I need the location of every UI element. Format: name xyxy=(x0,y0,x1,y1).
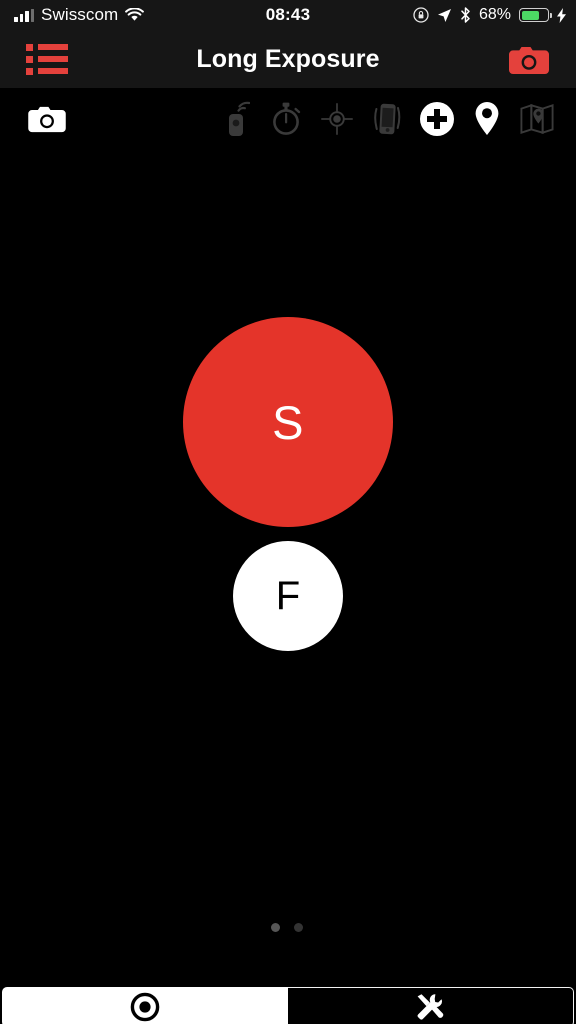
start-button-label: S xyxy=(272,395,304,449)
status-bar-clock: 08:43 xyxy=(265,5,311,24)
page-indicator[interactable] xyxy=(271,923,303,932)
shake-phone-icon[interactable] xyxy=(370,99,404,139)
timer-icon[interactable] xyxy=(270,99,304,139)
battery-percent: 68% xyxy=(478,6,511,23)
finish-button[interactable]: F xyxy=(233,541,343,651)
toolbar-icon-group xyxy=(220,98,554,140)
tools-icon xyxy=(415,992,445,1022)
status-bar: Swisscom 08:43 68% xyxy=(0,0,576,30)
lightning-bolt-icon xyxy=(557,7,566,23)
bluetooth-icon xyxy=(460,7,471,23)
tab-settings[interactable] xyxy=(287,987,574,1024)
camera-icon xyxy=(27,104,67,134)
camera-icon xyxy=(508,44,550,76)
remote-trigger-icon[interactable] xyxy=(220,99,254,139)
plus-circle-icon[interactable] xyxy=(420,99,454,139)
camera-button[interactable] xyxy=(504,42,554,78)
feature-toolbar xyxy=(0,88,576,150)
status-bar-right: 68% xyxy=(413,0,566,30)
main-stage: S F i xyxy=(0,150,576,984)
start-button[interactable]: S xyxy=(183,317,393,527)
bottom-tab-bar xyxy=(0,984,576,1024)
finish-button-label: F xyxy=(275,574,301,618)
record-circle-icon xyxy=(130,992,160,1022)
page-dot-2[interactable] xyxy=(294,923,303,932)
battery-icon xyxy=(519,8,552,22)
location-pin-icon[interactable] xyxy=(470,99,504,139)
rotation-lock-icon xyxy=(413,7,429,23)
toolbar-camera-button[interactable] xyxy=(26,100,68,138)
app-root: Swisscom 08:43 68% Long Exposure S F xyxy=(0,0,576,1024)
crosshair-target-icon[interactable] xyxy=(320,99,354,139)
map-icon[interactable] xyxy=(520,99,554,139)
nav-bar: Long Exposure xyxy=(0,30,576,88)
location-arrow-icon xyxy=(437,8,452,23)
tab-capture[interactable] xyxy=(2,987,288,1024)
page-title: Long Exposure xyxy=(196,44,380,73)
page-dot-1[interactable] xyxy=(271,923,280,932)
